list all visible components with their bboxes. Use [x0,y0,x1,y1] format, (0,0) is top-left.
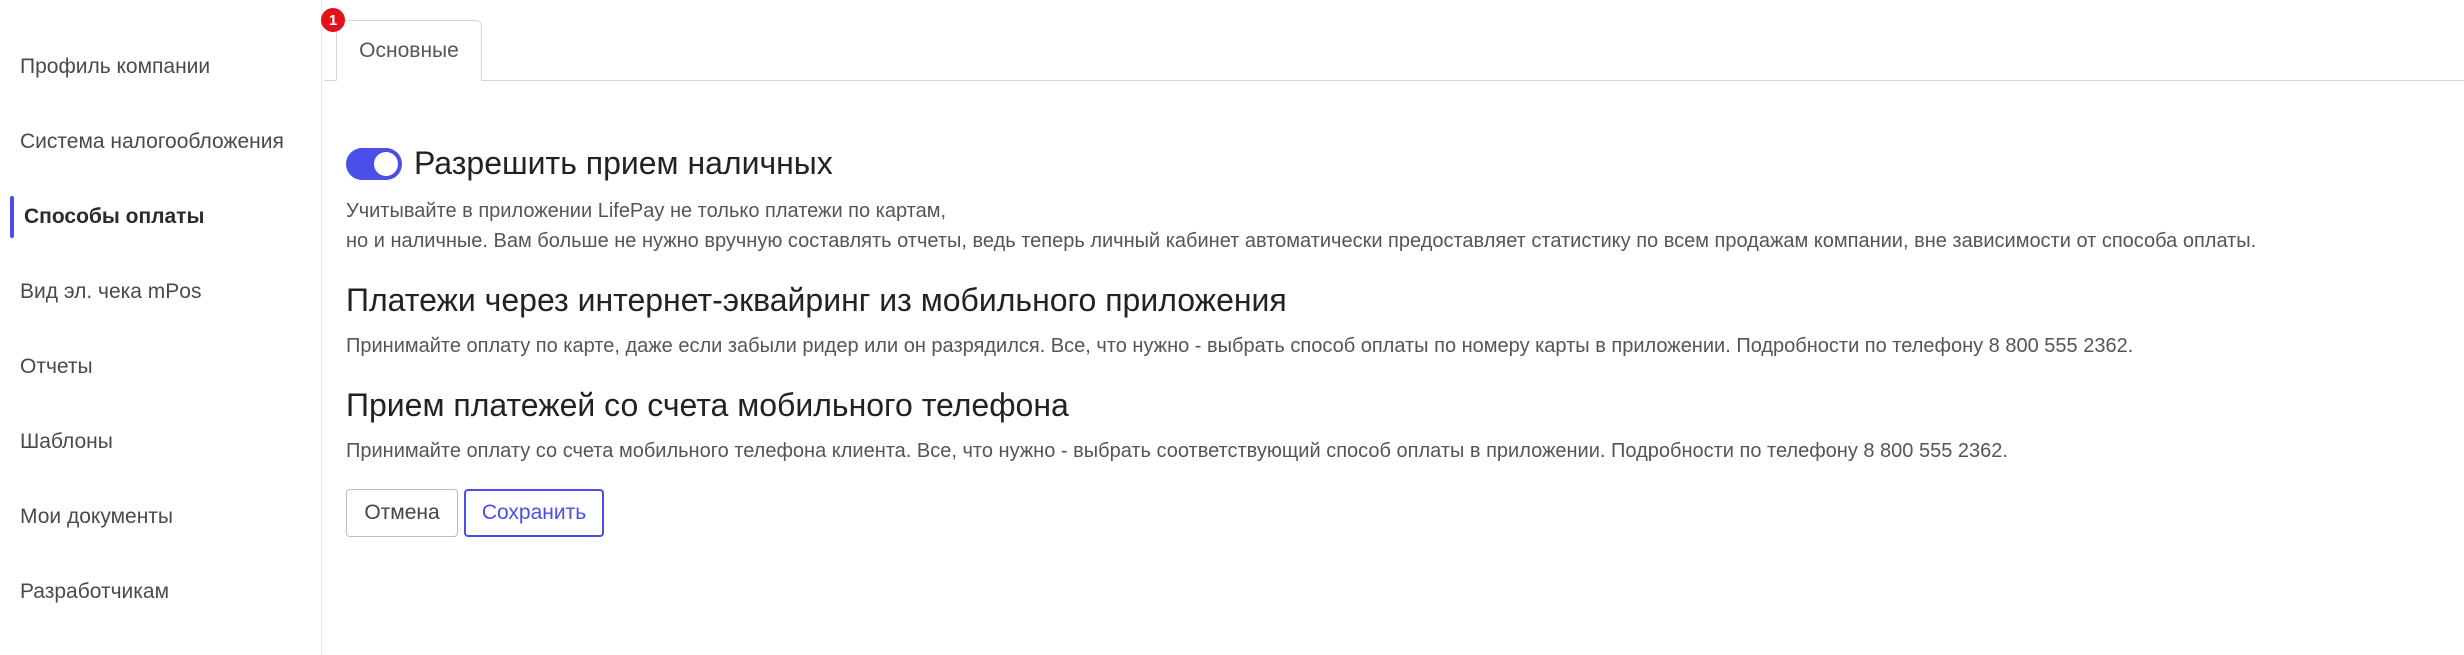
sidebar-item-reports[interactable]: Отчеты [0,342,321,392]
sidebar-item-payment-methods[interactable]: Способы оплаты [0,192,321,242]
mobile-payments-title: Прием платежей со счета мобильного телеф… [346,387,1069,423]
sidebar-item-my-documents[interactable]: Мои документы [0,492,321,542]
cash-description-line-2: но и наличные. Вам больше не нужно вручн… [346,230,2257,252]
cancel-button[interactable]: Отмена [346,489,458,537]
toggle-knob [374,151,398,176]
sidebar-item-templates[interactable]: Шаблоны [0,417,321,467]
cash-toggle[interactable] [346,147,402,180]
sidebar-item-company-profile[interactable]: Профиль компании [0,42,321,92]
sidebar-item-tax-system[interactable]: Система налогообложения [0,117,321,167]
notification-badge: 1 [321,8,345,32]
cash-title: Разрешить прием наличных [414,145,833,181]
cash-toggle-row: Разрешить прием наличных [346,145,833,182]
sidebar-item-developers[interactable]: Разработчикам [0,567,321,617]
save-button[interactable]: Сохранить [464,489,604,537]
acquiring-title: Платежи через интернет-эквайринг из моби… [346,282,1287,318]
sidebar-item-receipt-view[interactable]: Вид эл. чека mPos [0,267,321,317]
cash-description-line-1: Учитывайте в приложении LifePay не тольк… [346,200,947,222]
sidebar: Профиль компании Система налогообложения… [0,0,322,655]
tab-main[interactable]: Основные [336,20,482,81]
mobile-payments-description: Принимайте оплату со счета мобильного те… [346,440,2008,462]
acquiring-description: Принимайте оплату по карте, даже если за… [346,335,2134,357]
tabs-divider [324,80,2464,81]
